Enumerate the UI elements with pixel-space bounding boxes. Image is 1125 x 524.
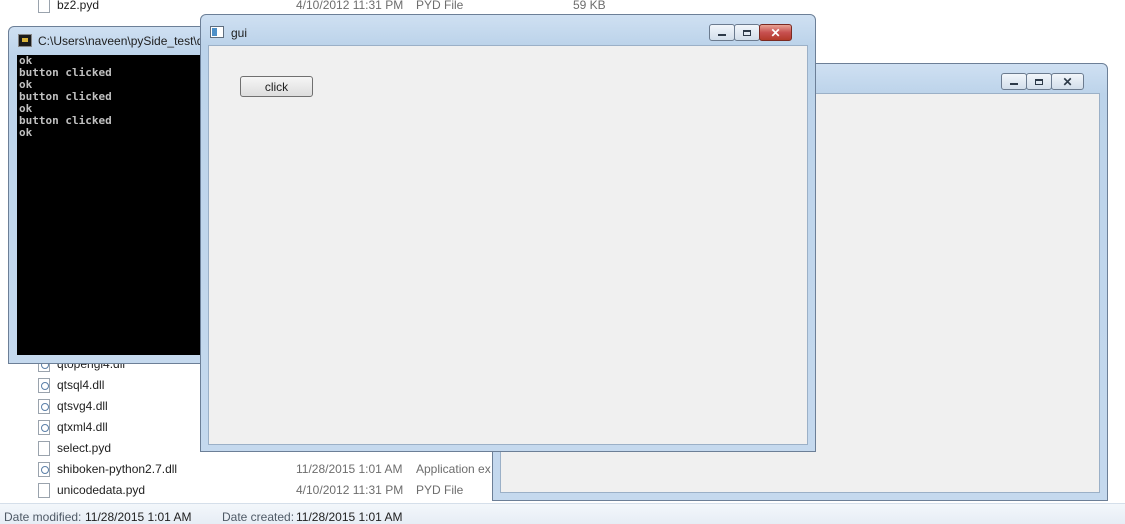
dll-file-icon — [38, 378, 50, 393]
console-line: button clicked — [19, 66, 112, 79]
maximize-button[interactable] — [734, 24, 760, 41]
console-output[interactable]: ok button clicked ok button clicked ok b… — [17, 55, 209, 355]
dll-file-icon — [38, 399, 50, 414]
gui-window[interactable]: gui ✕ click — [200, 14, 816, 452]
console-line: button clicked — [19, 90, 112, 103]
file-date: 4/10/2012 11:31 PM — [296, 483, 404, 497]
maximize-icon — [743, 29, 751, 36]
file-name: qtsql4.dll — [57, 378, 105, 392]
click-button[interactable]: click — [240, 76, 313, 97]
dll-file-icon — [38, 462, 50, 477]
console-line: ok — [19, 126, 33, 139]
close-icon: ✕ — [1062, 74, 1073, 89]
console-title: C:\Users\naveen\pySide_test\d — [38, 34, 204, 48]
dll-file-icon — [38, 420, 50, 435]
file-name: shiboken-python2.7.dll — [57, 462, 178, 476]
console-window[interactable]: C:\Users\naveen\pySide_test\d ok button … — [8, 26, 209, 364]
file-name: qtxml4.dll — [57, 420, 108, 434]
file-icon — [38, 0, 50, 13]
file-date: 11/28/2015 1:01 AM — [296, 462, 403, 476]
file-size: 59 KB — [573, 0, 606, 12]
file-type: PYD File — [416, 483, 464, 497]
window-client-area: click — [208, 45, 808, 445]
minimize-icon — [1010, 83, 1018, 85]
close-button[interactable]: ✕ — [759, 24, 792, 41]
file-icon — [38, 483, 50, 498]
close-button[interactable]: ✕ — [1051, 73, 1084, 90]
maximize-button[interactable] — [1026, 73, 1052, 90]
file-type: PYD File — [416, 0, 464, 12]
window-controls: ✕ — [1001, 73, 1084, 90]
file-name: bz2.pyd — [57, 0, 100, 12]
file-name: select.pyd — [57, 441, 112, 455]
file-date: 4/10/2012 11:31 PM — [296, 0, 404, 12]
console-icon — [18, 34, 32, 47]
minimize-button[interactable] — [1001, 73, 1027, 90]
maximize-icon — [1035, 78, 1043, 85]
minimize-button[interactable] — [709, 24, 735, 41]
date-created-value: 11/28/2015 1:01 AM — [296, 510, 403, 524]
file-type: Application ex — [416, 462, 491, 476]
date-modified-value: 11/28/2015 1:01 AM — [85, 510, 192, 524]
file-name: qtsvg4.dll — [57, 399, 108, 413]
date-modified-label: Date modified: — [4, 510, 82, 524]
minimize-icon — [718, 34, 726, 36]
file-name: unicodedata.pyd — [57, 483, 146, 497]
console-line: button clicked — [19, 114, 112, 127]
window-icon — [210, 26, 224, 38]
window-controls: ✕ — [709, 24, 792, 41]
file-icon — [38, 441, 50, 456]
close-icon: ✕ — [770, 25, 781, 40]
details-status-bar: Date modified: 11/28/2015 1:01 AM Date c… — [0, 503, 1125, 524]
window-title: gui — [231, 26, 248, 40]
date-created-label: Date created: — [222, 510, 295, 524]
